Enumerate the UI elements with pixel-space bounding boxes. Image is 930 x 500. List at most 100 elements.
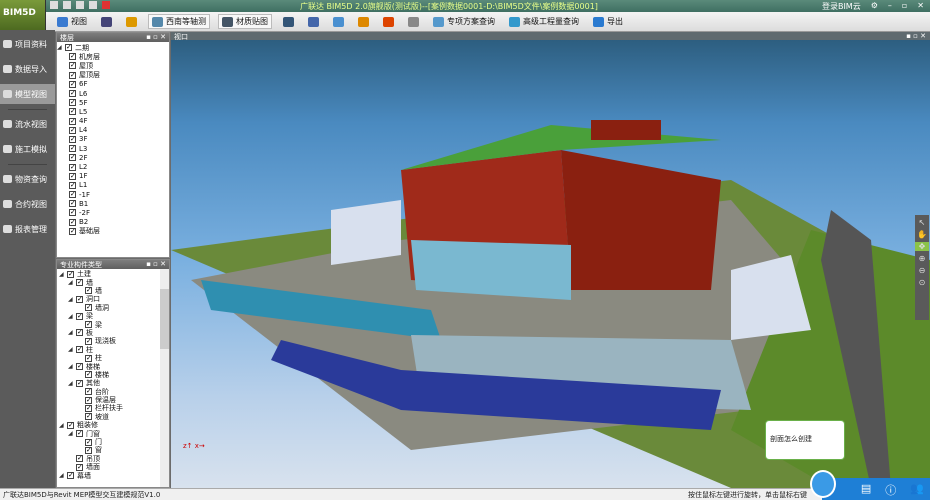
tree-item[interactable]: ◢ ✓ 土建	[57, 270, 169, 278]
tree-item[interactable]: ◢ ✓ 其他	[57, 379, 169, 387]
tree-item[interactable]: ✓ L2	[57, 162, 169, 171]
toolbar-button-5[interactable]	[280, 16, 297, 28]
tree-item[interactable]: ◢ ✓ 洞口	[57, 295, 169, 303]
settings-icon[interactable]	[89, 1, 97, 9]
tree-item[interactable]: ✓ B1	[57, 199, 169, 208]
tree-item[interactable]: ◢ ✓ 楼梯	[57, 362, 169, 370]
toolbar-button-11[interactable]: 专项方案查询	[430, 15, 498, 28]
checkbox[interactable]: ✓	[76, 279, 83, 287]
tree-item[interactable]: ✓ 梁	[57, 320, 169, 329]
tree-item[interactable]: ✓ 墙洞	[57, 304, 169, 312]
tree-item[interactable]: ✓ L6	[57, 89, 169, 98]
checkbox[interactable]: ✓	[76, 329, 83, 337]
tree-item[interactable]: ✓ L3	[57, 144, 169, 153]
checkbox[interactable]: ✓	[85, 438, 92, 446]
assistant-mascot[interactable]	[810, 470, 836, 498]
expand-icon[interactable]: ◢	[59, 271, 67, 278]
checkbox[interactable]: ✓	[65, 44, 72, 52]
checkbox[interactable]: ✓	[69, 71, 76, 79]
checkbox[interactable]: ✓	[69, 126, 76, 134]
toolbar-button-2[interactable]	[123, 16, 140, 28]
tree-item[interactable]: ✓ 基础层	[57, 227, 169, 236]
checkbox[interactable]: ✓	[69, 62, 76, 70]
tree-item[interactable]: ✓ 柱	[57, 354, 169, 362]
toolbar-button-13[interactable]: 导出	[590, 15, 626, 28]
panel-controls[interactable]: ▪ ▫ ✕	[146, 33, 166, 42]
toolbar-button-0[interactable]: 视图	[54, 15, 90, 28]
tree-item[interactable]: ✓ L5	[57, 107, 169, 116]
checkbox[interactable]: ✓	[67, 421, 74, 429]
nav-item-5[interactable]: 物资查询	[0, 169, 55, 189]
tree-item[interactable]: ✓ L1	[57, 181, 169, 190]
tree-item[interactable]: ✓ 4F	[57, 117, 169, 126]
scrollbar[interactable]	[160, 269, 169, 487]
expand-icon[interactable]: ◢	[68, 363, 76, 370]
expand-icon[interactable]: ◢	[68, 313, 76, 320]
tree-item[interactable]: ✓ L4	[57, 126, 169, 135]
close-button[interactable]: ✕	[917, 1, 924, 12]
toolbar-button-10[interactable]	[405, 16, 422, 28]
checkbox[interactable]: ✓	[69, 80, 76, 88]
nav-item-1[interactable]: 数据导入	[0, 59, 55, 79]
checkbox[interactable]: ✓	[69, 218, 76, 226]
tree-item[interactable]: ◢ ✓ 门窗	[57, 429, 169, 438]
checkbox[interactable]: ✓	[67, 270, 74, 278]
checkbox[interactable]: ✓	[69, 90, 76, 98]
zoom-fit-icon[interactable]: ⊙	[919, 278, 926, 287]
expand-icon[interactable]: ◢	[68, 380, 76, 387]
checkbox[interactable]: ✓	[85, 388, 92, 396]
checkbox[interactable]: ✓	[69, 53, 76, 61]
checkbox[interactable]: ✓	[69, 191, 76, 199]
login-button[interactable]: 登录BIM云	[822, 1, 861, 12]
checkbox[interactable]: ✓	[76, 312, 83, 320]
tree-item[interactable]: ✓ 现浇板	[57, 337, 169, 345]
help-bubble[interactable]: 剖面怎么创建	[765, 420, 845, 460]
expand-icon[interactable]: ◢	[68, 296, 76, 303]
tree-item[interactable]: ✓ 屋顶层	[57, 71, 169, 80]
save-icon[interactable]	[76, 1, 84, 9]
checkbox[interactable]: ✓	[76, 455, 83, 463]
checkbox[interactable]: ✓	[69, 108, 76, 116]
zoom-out-icon[interactable]: ⊖	[919, 266, 926, 275]
tree-item[interactable]: ◢ ✓ 柱	[57, 346, 169, 354]
tree-item[interactable]: ✓ -1F	[57, 190, 169, 199]
tree-item[interactable]: ✓ 2F	[57, 153, 169, 162]
orbit-icon[interactable]: ✥	[915, 242, 929, 251]
tree-item[interactable]: ✓ 屋顶	[57, 61, 169, 70]
tree-item[interactable]: ◢ ✓ 粗装修	[57, 421, 169, 429]
tree-item[interactable]: ✓ 1F	[57, 172, 169, 181]
zoom-in-icon[interactable]: ⊕	[919, 254, 926, 263]
checkbox[interactable]: ✓	[69, 135, 76, 143]
open-icon[interactable]	[63, 1, 71, 9]
checkbox[interactable]: ✓	[69, 209, 76, 217]
community-icon[interactable]: 👥	[910, 482, 924, 496]
select-icon[interactable]: ↖	[919, 218, 926, 227]
pan-icon[interactable]: ✋	[917, 230, 927, 239]
tree-item[interactable]: ✓ 6F	[57, 80, 169, 89]
checkbox[interactable]: ✓	[85, 404, 92, 412]
checkbox[interactable]: ✓	[76, 362, 83, 370]
nav-item-4[interactable]: 施工模拟	[0, 139, 55, 159]
checkbox[interactable]: ✓	[69, 154, 76, 162]
checkbox[interactable]: ✓	[76, 295, 83, 303]
checkbox[interactable]: ✓	[69, 181, 76, 189]
tree-item[interactable]: ◢ ✓ 梁	[57, 312, 169, 320]
tree-item[interactable]: ✓ 墙	[57, 287, 169, 295]
tree-item[interactable]: ✓ 门	[57, 438, 169, 446]
toolbar-button-3[interactable]: 西南等轴测	[148, 14, 210, 29]
expand-icon[interactable]: ◢	[68, 346, 76, 353]
expand-icon[interactable]: ◢	[68, 430, 76, 437]
close-project-icon[interactable]	[102, 1, 110, 9]
tree-item[interactable]: ✓ 机房层	[57, 52, 169, 61]
tree-item[interactable]: ✓ 窗	[57, 446, 169, 454]
nav-item-7[interactable]: 报表管理	[0, 219, 55, 239]
gear-icon[interactable]: ⚙	[871, 1, 878, 12]
info-icon[interactable]: ⓘ	[885, 482, 896, 497]
tree-item[interactable]: ◢ ✓ 二期	[57, 43, 169, 52]
toolbar-button-9[interactable]	[380, 16, 397, 28]
nav-item-0[interactable]: 项目资料	[0, 34, 55, 54]
checkbox[interactable]: ✓	[76, 379, 83, 387]
panel-controls[interactable]: ▪ ▫ ✕	[906, 32, 926, 40]
toolbar-button-4[interactable]: 材质贴图	[218, 14, 272, 29]
minimize-button[interactable]: –	[888, 1, 892, 12]
